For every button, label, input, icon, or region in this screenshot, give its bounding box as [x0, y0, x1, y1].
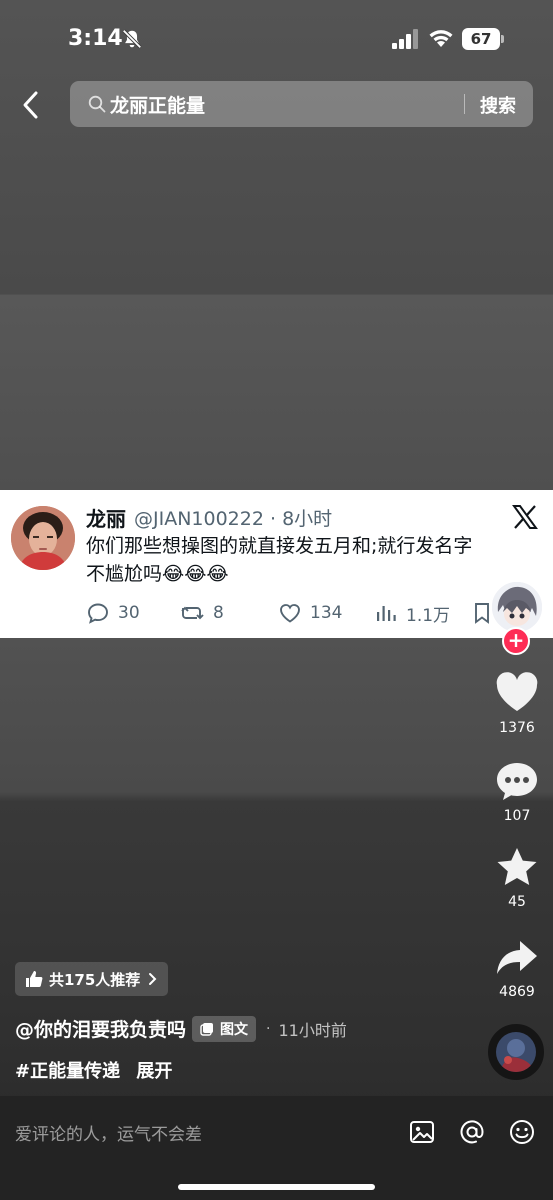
comment-input[interactable]: 爱评论的人，运气不会差 — [15, 1120, 202, 1145]
recommend-text: 共175人推荐 — [49, 970, 141, 989]
status-time: 3:14 — [68, 26, 123, 51]
hashtag-link[interactable]: #正能量传递 — [15, 1061, 120, 1082]
meta-separator: · — [266, 1020, 271, 1037]
tweet-like: 134 — [278, 600, 342, 626]
back-chevron-icon[interactable] — [16, 88, 46, 122]
comment-button[interactable]: 107 — [490, 760, 544, 824]
post-time: 11小时前 — [278, 1020, 347, 1040]
battery-level: 67 — [462, 28, 500, 50]
search-query-text[interactable]: 龙丽正能量 — [110, 91, 205, 118]
thumbs-up-icon — [26, 971, 43, 987]
tweet-views: 1.1万 — [374, 600, 450, 626]
share-count: 4869 — [499, 984, 535, 1000]
image-post-icon — [200, 1022, 214, 1036]
search-divider — [464, 94, 465, 114]
search-icon — [88, 95, 106, 113]
like-count: 1376 — [499, 720, 535, 736]
tweet-retweet-count: 8 — [213, 603, 224, 623]
x-logo-icon — [512, 505, 538, 529]
wifi-icon — [429, 30, 453, 47]
star-icon — [497, 848, 537, 885]
post-type-tag: 图文 — [192, 1015, 257, 1042]
tweet-text-line1: 你们那些想操图的就直接发五月和;就行发名字 — [86, 535, 473, 557]
reply-bubble-icon — [88, 603, 108, 624]
album-cover-icon — [496, 1032, 536, 1072]
emoji-icon[interactable] — [508, 1118, 536, 1146]
cellular-signal-icon — [392, 29, 418, 49]
portrait-icon — [11, 506, 75, 570]
favorite-count: 45 — [508, 894, 526, 910]
tweet-card[interactable]: 龙丽 @JIAN100222 · 8小时 你们那些想操图的就直接发五月和;就行发… — [0, 490, 553, 638]
share-button[interactable]: 4869 — [490, 938, 544, 1000]
creator-avatar[interactable] — [490, 580, 544, 634]
tweet-handle: @JIAN100222 · 8小时 — [134, 508, 333, 530]
tweet-like-count: 134 — [310, 603, 343, 623]
tweet-reply: 30 — [86, 600, 140, 626]
like-button[interactable]: 1376 — [490, 672, 544, 736]
tweet-text: 你们那些想操图的就直接发五月和;就行发名字 不尴尬吗😂😂😂 — [86, 532, 486, 588]
bar-chart-icon — [377, 606, 396, 621]
chevron-right-icon — [149, 973, 157, 985]
expand-link[interactable]: 展开 — [136, 1061, 172, 1082]
retweet-icon — [181, 606, 204, 620]
bell-muted-icon — [122, 29, 142, 49]
recommend-pill[interactable]: 共175人推荐 — [15, 962, 169, 996]
tweet-author-name: 龙丽 — [86, 507, 126, 531]
battery-indicator: 67 — [462, 28, 504, 50]
music-disc[interactable] — [488, 1024, 544, 1080]
post-author[interactable]: @你的泪要我负责吗 — [15, 1015, 186, 1042]
heart-icon — [496, 672, 538, 711]
tweet-retweet: 8 — [181, 600, 224, 626]
search-button[interactable]: 搜索 — [480, 92, 516, 118]
search-input[interactable]: 龙丽正能量 搜索 — [70, 81, 533, 127]
status-bar: 3:14 67 — [0, 0, 553, 80]
anime-avatar-icon — [492, 582, 542, 632]
tweet-reply-count: 30 — [118, 603, 140, 623]
post-caption: #正能量传递 展开 — [15, 1057, 182, 1083]
tweet-avatar — [11, 506, 75, 570]
heart-outline-icon — [280, 604, 300, 623]
post-meta: @你的泪要我负责吗 图文 · 11小时前 — [15, 1015, 347, 1042]
follow-button[interactable]: + — [502, 627, 530, 655]
tweet-actions: 30 8 134 1.1万 — [86, 600, 506, 626]
comment-count: 107 — [503, 808, 531, 824]
comment-bubble-icon — [497, 763, 537, 800]
tweet-text-line2: 不尴尬吗😂😂😂 — [86, 563, 229, 585]
post-type-label: 图文 — [220, 1021, 249, 1038]
home-indicator[interactable] — [178, 1184, 375, 1190]
mention-at-icon[interactable] — [458, 1118, 486, 1146]
favorite-button[interactable]: 45 — [490, 846, 544, 910]
share-arrow-icon — [497, 941, 537, 974]
image-picker-icon[interactable] — [408, 1118, 436, 1146]
tweet-view-count: 1.1万 — [406, 605, 451, 626]
